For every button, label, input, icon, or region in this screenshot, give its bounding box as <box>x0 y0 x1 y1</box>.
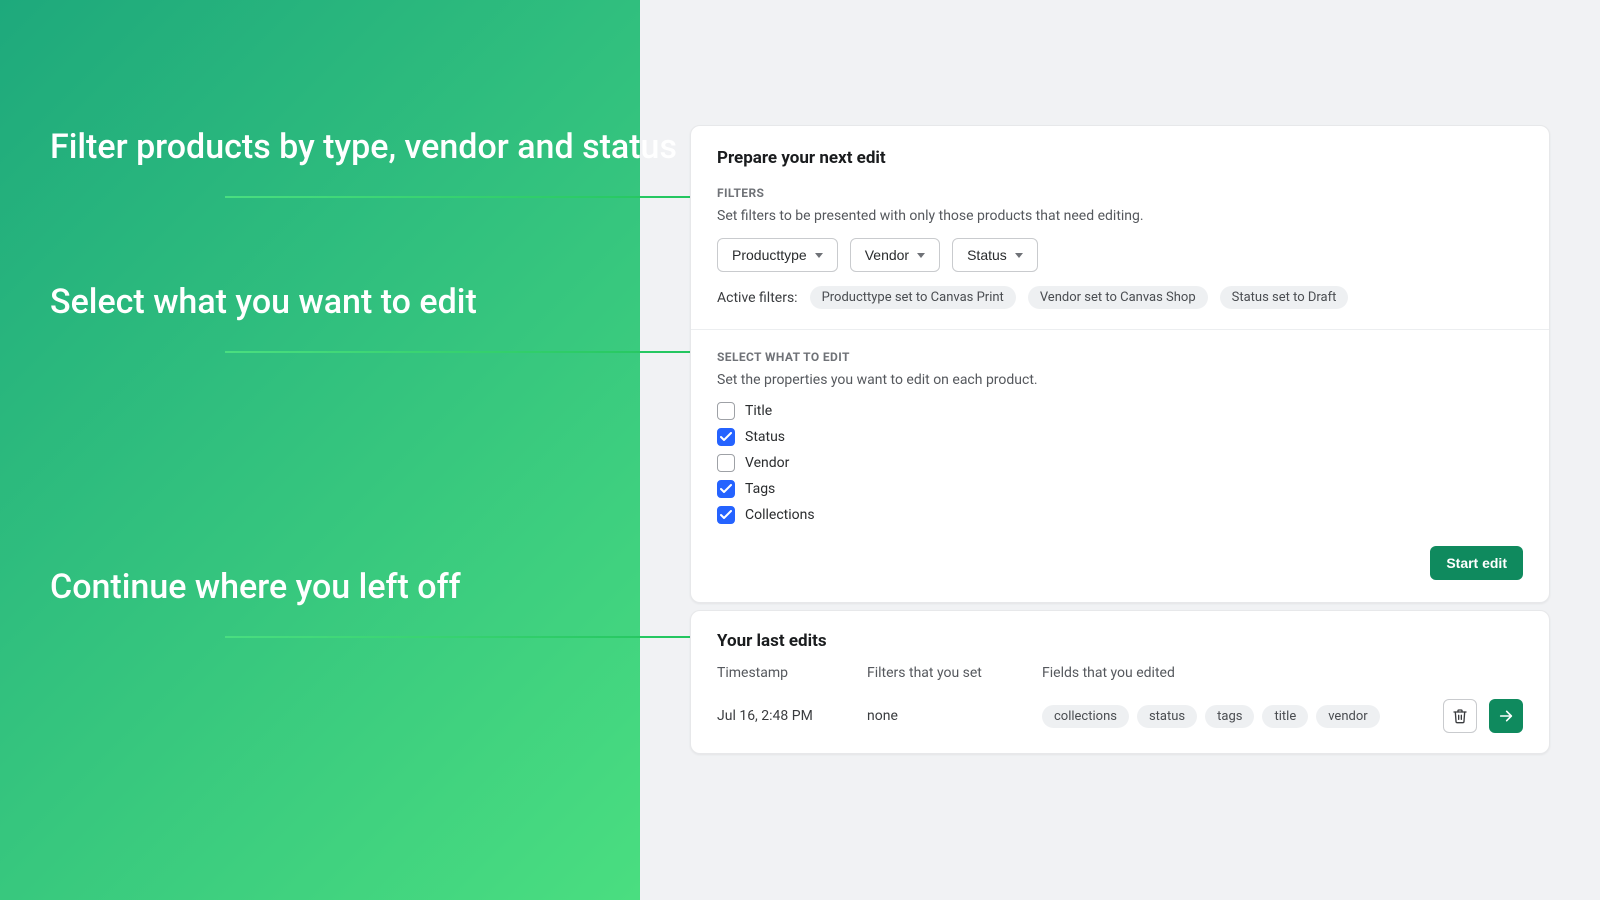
divider <box>691 329 1549 330</box>
product-type-filter[interactable]: Producttype <box>717 238 838 272</box>
caret-down-icon <box>815 253 823 258</box>
field-chip: collections <box>1042 705 1129 728</box>
col-header-fields: Fields that you edited <box>1042 665 1403 681</box>
checkbox-unchecked-icon[interactable] <box>717 402 735 420</box>
checkbox-checked-icon[interactable] <box>717 428 735 446</box>
delete-history-button[interactable] <box>1443 699 1477 733</box>
callout-filter: Filter products by type, vendor and stat… <box>50 125 677 171</box>
cell-fields: collections status tags title vendor <box>1042 705 1403 728</box>
field-chip: vendor <box>1316 705 1379 728</box>
cell-timestamp: Jul 16, 2:48 PM <box>717 708 867 724</box>
field-chip: status <box>1137 705 1197 728</box>
select-section-desc: Set the properties you want to edit on e… <box>717 372 1523 388</box>
field-chip: tags <box>1205 705 1254 728</box>
option-label: Tags <box>745 481 775 497</box>
callout-select: Select what you want to edit <box>50 280 477 326</box>
active-filters-label: Active filters: <box>717 290 798 306</box>
filter-label: Producttype <box>732 247 807 263</box>
caret-down-icon <box>917 253 925 258</box>
active-filter-chip[interactable]: Producttype set to Canvas Print <box>810 286 1016 309</box>
edit-option-title[interactable]: Title <box>717 402 1523 420</box>
filter-label: Vendor <box>865 247 909 263</box>
edit-option-vendor[interactable]: Vendor <box>717 454 1523 472</box>
connector-line <box>225 196 700 198</box>
filters-section-desc: Set filters to be presented with only th… <box>717 208 1523 224</box>
vendor-filter[interactable]: Vendor <box>850 238 940 272</box>
option-label: Status <box>745 429 785 445</box>
last-edits-card: Your last edits Timestamp Filters that y… <box>690 610 1550 754</box>
checkbox-checked-icon[interactable] <box>717 506 735 524</box>
option-label: Title <box>745 403 772 419</box>
resume-edit-button[interactable] <box>1489 699 1523 733</box>
arrow-right-icon <box>1498 708 1514 724</box>
active-filter-chip[interactable]: Status set to Draft <box>1220 286 1349 309</box>
start-edit-button[interactable]: Start edit <box>1430 546 1523 580</box>
card-title: Your last edits <box>717 631 1523 651</box>
col-header-timestamp: Timestamp <box>717 665 867 681</box>
status-filter[interactable]: Status <box>952 238 1038 272</box>
edit-option-collections[interactable]: Collections <box>717 506 1523 524</box>
card-title: Prepare your next edit <box>717 148 1523 168</box>
prepare-edit-card: Prepare your next edit FILTERS Set filte… <box>690 125 1550 603</box>
edit-option-tags[interactable]: Tags <box>717 480 1523 498</box>
connector-line <box>225 351 700 353</box>
caret-down-icon <box>1015 253 1023 258</box>
filters-section-label: FILTERS <box>717 186 1523 200</box>
cell-filters: none <box>867 708 1042 724</box>
edit-option-status[interactable]: Status <box>717 428 1523 446</box>
option-label: Collections <box>745 507 815 523</box>
field-chip: title <box>1262 705 1308 728</box>
select-section-label: SELECT WHAT TO EDIT <box>717 350 1523 364</box>
filter-label: Status <box>967 247 1007 263</box>
checkbox-unchecked-icon[interactable] <box>717 454 735 472</box>
col-header-filters: Filters that you set <box>867 665 1042 681</box>
active-filter-chip[interactable]: Vendor set to Canvas Shop <box>1028 286 1208 309</box>
connector-line <box>225 636 700 638</box>
callout-continue: Continue where you left off <box>50 565 461 611</box>
trash-icon <box>1452 708 1468 724</box>
history-row: Jul 16, 2:48 PM none collections status … <box>717 699 1523 733</box>
option-label: Vendor <box>745 455 789 471</box>
checkbox-checked-icon[interactable] <box>717 480 735 498</box>
